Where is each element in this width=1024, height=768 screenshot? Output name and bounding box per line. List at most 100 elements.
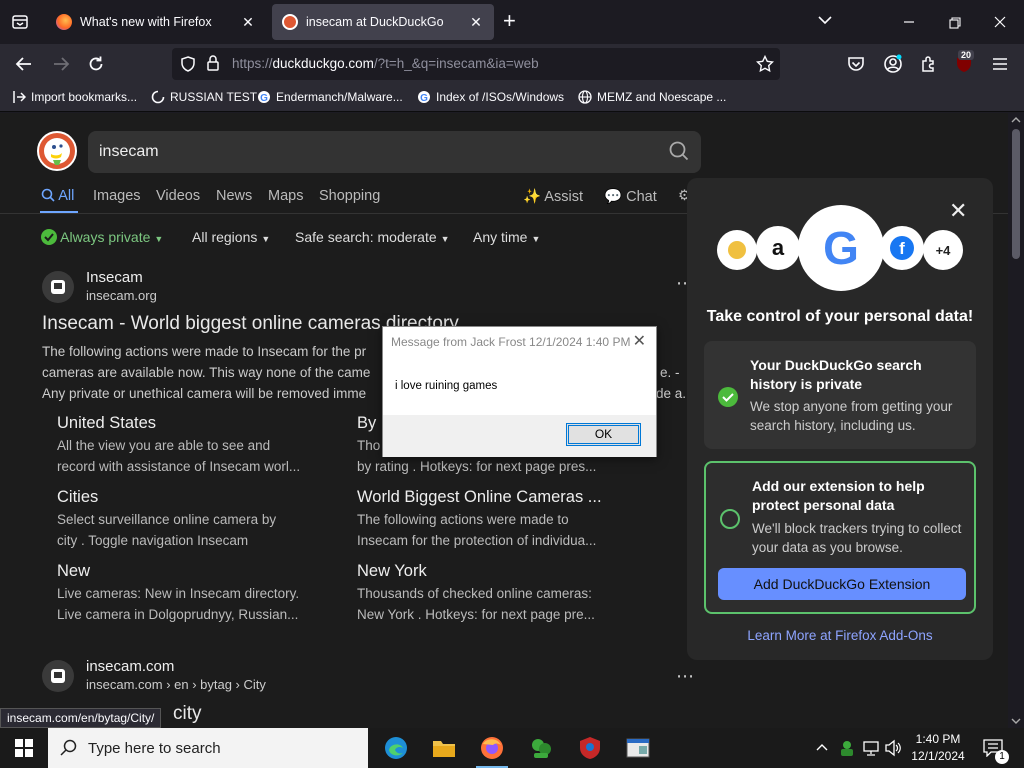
tab-videos[interactable]: Videos (156, 188, 200, 204)
clock[interactable]: 1:40 PM 12/1/2024 (908, 731, 968, 765)
region-filter[interactable]: All regions ▼ (192, 229, 270, 245)
menu-hamburger-icon[interactable] (989, 53, 1011, 75)
google-logo-icon: G (798, 205, 884, 291)
tab-maps[interactable]: Maps (268, 188, 303, 204)
tab-shopping[interactable]: Shopping (319, 188, 380, 204)
clock-time: 1:40 PM (915, 732, 961, 746)
close-window-icon[interactable] (994, 15, 1006, 31)
firefox-icon (56, 14, 72, 30)
site-url[interactable]: insecam.org (86, 288, 157, 303)
time-filter[interactable]: Any time ▼ (473, 229, 540, 245)
tray-app-icon[interactable] (838, 739, 856, 762)
vertical-scrollbar[interactable] (1008, 113, 1024, 728)
svg-text:G: G (260, 93, 268, 104)
volume-icon[interactable] (884, 739, 902, 762)
sitelink-title[interactable]: United States (57, 414, 156, 433)
chat-button[interactable]: 💬 Chat (604, 188, 657, 205)
tab-firefox-news[interactable]: What's new with Firefox ✕ (46, 4, 266, 40)
bookmark-import[interactable]: Import bookmarks... (12, 90, 137, 104)
result-title[interactable]: city (173, 703, 202, 725)
more-options-icon[interactable]: ⋯ (676, 666, 694, 687)
show-hidden-icons-chevron-icon[interactable] (815, 740, 829, 759)
green-character-app-icon[interactable] (517, 728, 565, 768)
sitelink-title[interactable]: Cities (57, 488, 98, 507)
more-trackers-count: +4 (923, 230, 963, 270)
site-url[interactable]: insecam.com › en › bytag › City (86, 677, 266, 692)
learn-more-link[interactable]: Learn More at Firefox Add-Ons (687, 628, 993, 643)
tab-list-button[interactable] (8, 10, 32, 34)
close-dialog-icon[interactable]: ✕ (633, 331, 646, 351)
scrollbar-thumb[interactable] (1012, 129, 1020, 259)
tab-duckduckgo[interactable]: insecam at DuckDuckGo ✕ (272, 4, 494, 40)
ok-button[interactable]: OK (566, 423, 641, 446)
add-extension-button[interactable]: Add DuckDuckGo Extension (718, 568, 966, 600)
close-panel-icon[interactable]: ✕ (949, 198, 967, 224)
bookmark-endermanch[interactable]: G Endermanch/Malware... (257, 90, 403, 104)
sitelink-title[interactable]: New (57, 562, 90, 581)
checkmark-icon (718, 387, 738, 407)
tab-title: What's new with Firefox (80, 15, 212, 29)
duckduckgo-icon (282, 14, 298, 30)
close-tab-icon[interactable]: ✕ (468, 14, 484, 31)
account-icon[interactable] (882, 53, 904, 75)
sitelink-title[interactable]: New York (357, 562, 427, 581)
bookmark-russian-test[interactable]: RUSSIAN TEST (151, 90, 257, 104)
search-query[interactable]: insecam (99, 143, 159, 161)
url-bar[interactable]: https://duckduckgo.com/?t=h_&q=insecam&i… (172, 48, 780, 80)
tab-list-icon (12, 15, 28, 29)
list-all-tabs-icon[interactable] (818, 12, 832, 28)
close-tab-icon[interactable]: ✕ (240, 14, 256, 31)
facebook-icon: f (880, 226, 924, 270)
assist-button[interactable]: ✨ Assist (523, 188, 583, 205)
site-name[interactable]: insecam.com (86, 658, 174, 675)
windows-logo-icon (15, 739, 33, 757)
safe-search-filter[interactable]: Safe search: moderate ▼ (295, 229, 450, 245)
minimize-icon[interactable] (903, 14, 915, 30)
restore-icon[interactable] (949, 16, 961, 32)
bookmark-label: Index of /ISOs/Windows (436, 90, 565, 104)
start-button[interactable] (0, 728, 48, 768)
card-description: We'll block trackers trying to collect y… (752, 521, 962, 555)
always-private-filter[interactable]: Always private ▼ (41, 229, 163, 245)
search-input[interactable]: insecam (88, 131, 701, 173)
sitelink-title[interactable]: World Biggest Online Cameras ... (357, 488, 602, 507)
pocket-icon[interactable] (845, 53, 867, 75)
sitelink-desc: city . Toggle navigation Insecam (57, 533, 249, 548)
search-placeholder: Type here to search (88, 740, 221, 757)
lock-icon[interactable] (206, 55, 220, 76)
tracker-logo-icon (717, 230, 757, 270)
svg-text:G: G (420, 93, 428, 104)
scroll-down-icon (1011, 718, 1021, 724)
chat-bubble-icon: 💬 (604, 189, 623, 205)
bookmark-star-icon[interactable] (755, 54, 775, 78)
site-name[interactable]: Insecam (86, 269, 143, 286)
bookmark-memz[interactable]: MEMZ and Noescape ... (578, 90, 726, 104)
sitelink-title[interactable]: By (357, 414, 376, 433)
reload-icon[interactable] (85, 53, 107, 75)
taskbar-search-box[interactable]: Type here to search (48, 728, 368, 768)
bookmark-isos-windows[interactable]: G Index of /ISOs/Windows (417, 90, 564, 104)
duckduckgo-logo[interactable] (37, 131, 77, 171)
shield-app-icon[interactable] (566, 728, 614, 768)
tab-news[interactable]: News (216, 188, 252, 204)
firefox-app-icon[interactable] (468, 728, 516, 768)
file-explorer-app-icon[interactable] (420, 728, 468, 768)
edge-app-icon[interactable] (372, 728, 420, 768)
network-icon[interactable] (862, 739, 880, 762)
url-text[interactable]: https://duckduckgo.com/?t=h_&q=insecam&i… (232, 56, 539, 71)
filter-label: All regions (192, 229, 258, 245)
search-icon (60, 739, 77, 756)
result-snippet: e. - (660, 365, 680, 380)
back-icon[interactable] (13, 53, 35, 75)
google-icon: G (417, 90, 431, 104)
forward-icon[interactable] (50, 53, 72, 75)
new-tab-icon[interactable]: + (503, 10, 516, 32)
window-app-icon[interactable] (614, 728, 662, 768)
extensions-icon[interactable] (918, 53, 940, 75)
google-icon: G (257, 90, 271, 104)
tracking-protection-shield-icon[interactable] (180, 56, 196, 77)
caret-down-icon: ▼ (440, 234, 450, 244)
search-icon[interactable] (669, 141, 689, 166)
tab-images[interactable]: Images (93, 188, 141, 204)
tab-all[interactable]: All (41, 188, 74, 204)
